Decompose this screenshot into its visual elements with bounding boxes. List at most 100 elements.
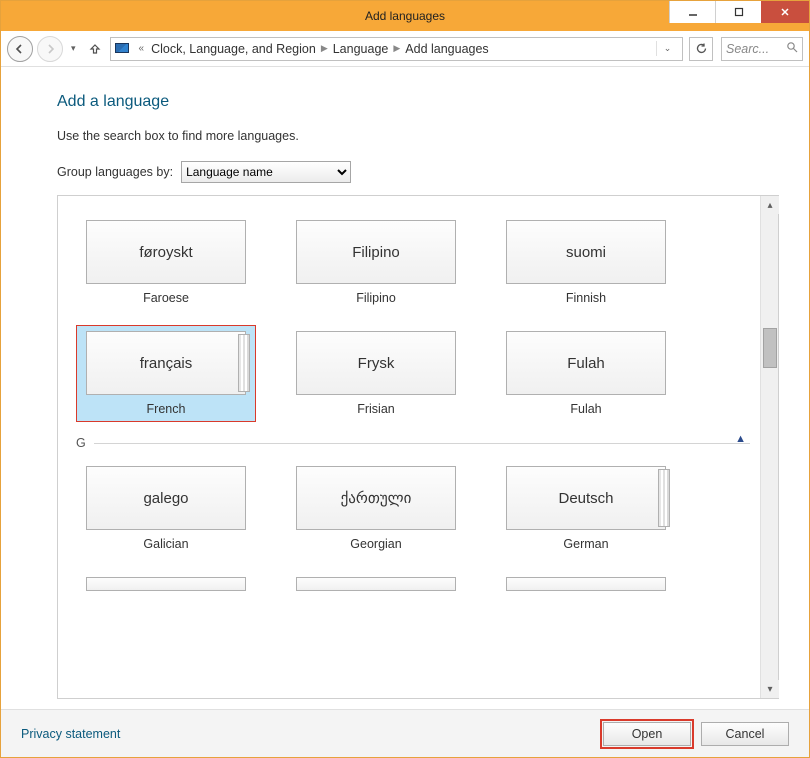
language-item-georgian[interactable]: ქართული Georgian	[286, 460, 466, 557]
language-native: ქართული	[341, 489, 412, 507]
control-panel-icon	[115, 41, 131, 57]
breadcrumb-label: Language	[333, 42, 389, 56]
language-tile: Fulah	[506, 331, 666, 395]
dialog-footer: Privacy statement Open Cancel	[1, 709, 809, 757]
language-tile: Deutsch	[506, 466, 666, 530]
language-native: galego	[143, 490, 188, 507]
maximize-icon	[734, 7, 744, 17]
language-native: Frysk	[358, 355, 395, 372]
button-label: Cancel	[726, 727, 765, 741]
language-item-french[interactable]: français French	[76, 325, 256, 422]
language-item-german[interactable]: Deutsch German	[496, 460, 676, 557]
scroll-thumb[interactable]	[763, 328, 777, 368]
titlebar: Add languages	[1, 1, 809, 31]
language-native: suomi	[566, 244, 606, 261]
close-button[interactable]	[761, 1, 809, 23]
breadcrumb-label: Add languages	[405, 42, 488, 56]
chevron-right-icon: ▶	[391, 43, 402, 54]
scrollbar[interactable]: ▴ ▾	[760, 196, 778, 698]
nav-back-button[interactable]	[7, 36, 33, 62]
language-item-partial[interactable]	[286, 571, 466, 597]
breadcrumb-back-icon: «	[135, 43, 149, 54]
refresh-icon	[695, 42, 708, 55]
breadcrumb-seg-0[interactable]: Clock, Language, and Region	[148, 42, 319, 56]
language-native: Deutsch	[558, 490, 613, 507]
language-tile: Frysk	[296, 331, 456, 395]
list-row: galego Galician ქართული Georgian Deutsch…	[76, 460, 750, 557]
language-tile: Filipino	[296, 220, 456, 284]
language-tile: suomi	[506, 220, 666, 284]
nav-history-dropdown[interactable]: ▾	[67, 43, 80, 54]
language-item-partial[interactable]	[76, 571, 256, 597]
minimize-icon	[688, 7, 698, 17]
nav-up-button[interactable]	[84, 38, 106, 60]
language-english: Georgian	[350, 537, 401, 551]
breadcrumb-seg-1[interactable]: Language	[330, 42, 392, 56]
group-by-row: Group languages by: Language name	[57, 161, 779, 183]
search-input[interactable]: Searc...	[721, 37, 803, 61]
language-tile	[86, 577, 246, 591]
language-item-galician[interactable]: galego Galician	[76, 460, 256, 557]
nav-forward-button[interactable]	[37, 36, 63, 62]
breadcrumb-dropdown[interactable]: ⌄	[656, 41, 678, 56]
language-native: Fulah	[567, 355, 605, 372]
chevron-right-icon: ▶	[319, 43, 330, 54]
group-by-select[interactable]: Language name	[181, 161, 351, 183]
breadcrumb-seg-2[interactable]: Add languages	[402, 42, 491, 56]
section-letter: G	[76, 436, 94, 450]
language-tile	[296, 577, 456, 591]
list-row: føroyskt Faroese Filipino Filipino suomi…	[76, 214, 750, 311]
language-english: French	[147, 402, 186, 416]
section-separator-g: G ▲	[76, 436, 750, 450]
page-hint: Use the search box to find more language…	[57, 129, 779, 143]
language-item-frisian[interactable]: Frysk Frisian	[286, 325, 466, 422]
language-english: Galician	[143, 537, 188, 551]
minimize-button[interactable]	[669, 1, 715, 23]
group-by-label: Group languages by:	[57, 165, 173, 179]
language-native: føroyskt	[139, 244, 192, 261]
maximize-button[interactable]	[715, 1, 761, 23]
separator-line	[94, 443, 750, 444]
language-english: Faroese	[143, 291, 189, 305]
language-tile: français	[86, 331, 246, 395]
language-tile: føroyskt	[86, 220, 246, 284]
language-english: Filipino	[356, 291, 396, 305]
list-row	[76, 571, 750, 597]
button-label: Open	[632, 727, 663, 741]
language-item-partial[interactable]	[496, 571, 676, 597]
language-tile: galego	[86, 466, 246, 530]
page-title: Add a language	[57, 93, 779, 111]
language-english: Fulah	[570, 402, 601, 416]
content-area: Add a language Use the search box to fin…	[1, 67, 809, 709]
language-item-filipino[interactable]: Filipino Filipino	[286, 214, 466, 311]
language-tile	[506, 577, 666, 591]
language-native: français	[140, 355, 193, 372]
breadcrumb[interactable]: « Clock, Language, and Region ▶ Language…	[110, 37, 683, 61]
language-english: Finnish	[566, 291, 606, 305]
navbar: ▾ « Clock, Language, and Region ▶ Langua…	[1, 31, 809, 67]
language-english: Frisian	[357, 402, 395, 416]
search-icon	[786, 41, 798, 56]
list-row: français French Frysk Frisian Fulah Fula…	[76, 325, 750, 422]
cancel-button[interactable]: Cancel	[701, 722, 789, 746]
language-list: føroyskt Faroese Filipino Filipino suomi…	[57, 195, 779, 699]
language-native: Filipino	[352, 244, 400, 261]
language-tile: ქართული	[296, 466, 456, 530]
refresh-button[interactable]	[689, 37, 713, 61]
arrow-right-icon	[44, 43, 56, 55]
scroll-down-button[interactable]: ▾	[761, 680, 779, 698]
privacy-link[interactable]: Privacy statement	[21, 727, 120, 741]
arrow-left-icon	[14, 43, 26, 55]
dialog-window: Add languages ▾ « Clock, Langua	[0, 0, 810, 758]
scroll-up-button[interactable]: ▴	[761, 196, 779, 214]
language-item-finnish[interactable]: suomi Finnish	[496, 214, 676, 311]
language-list-body[interactable]: føroyskt Faroese Filipino Filipino suomi…	[58, 196, 760, 698]
language-item-faroese[interactable]: føroyskt Faroese	[76, 214, 256, 311]
language-english: German	[563, 537, 608, 551]
window-controls	[669, 1, 809, 23]
section-collapse-icon[interactable]: ▲	[735, 433, 746, 445]
open-button[interactable]: Open	[603, 722, 691, 746]
search-placeholder: Searc...	[726, 42, 769, 56]
language-item-fulah[interactable]: Fulah Fulah	[496, 325, 676, 422]
breadcrumb-label: Clock, Language, and Region	[151, 42, 316, 56]
